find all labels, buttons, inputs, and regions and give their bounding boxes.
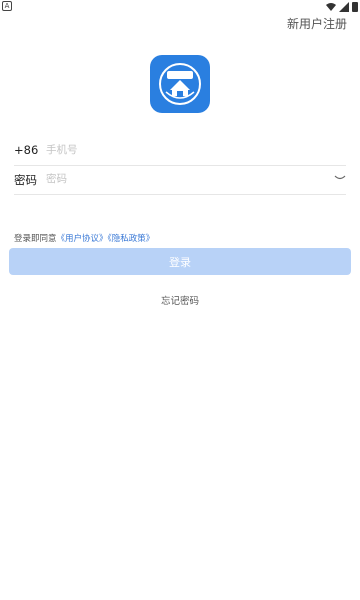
- register-link[interactable]: 新用户注册: [287, 15, 347, 32]
- phone-input[interactable]: [46, 140, 316, 160]
- user-agreement-link[interactable]: 《用户协议》: [57, 234, 108, 244]
- logo-emblem: [159, 63, 201, 105]
- agreement-prefix: 登录即同意: [14, 234, 57, 244]
- password-row: 密码: [14, 165, 346, 195]
- privacy-policy-link[interactable]: 《隐私政策》: [108, 234, 155, 244]
- notification-icon: A: [2, 1, 12, 11]
- agreement-text: 登录即同意《用户协议》《隐私政策》: [14, 232, 154, 244]
- password-label: 密码: [14, 173, 37, 187]
- country-code[interactable]: +86: [14, 143, 38, 157]
- phone-row: +86: [14, 136, 346, 166]
- forgot-password-link[interactable]: 忘记密码: [0, 293, 360, 307]
- status-bar: A: [0, 0, 360, 14]
- login-button[interactable]: 登录: [9, 248, 351, 275]
- battery-icon: [352, 2, 358, 12]
- wifi-icon: [326, 3, 336, 11]
- password-input[interactable]: [46, 169, 316, 189]
- signal-icon: [339, 2, 349, 12]
- status-icons: [326, 1, 358, 13]
- eye-closed-icon[interactable]: [334, 173, 346, 183]
- app-logo-icon: [150, 55, 210, 113]
